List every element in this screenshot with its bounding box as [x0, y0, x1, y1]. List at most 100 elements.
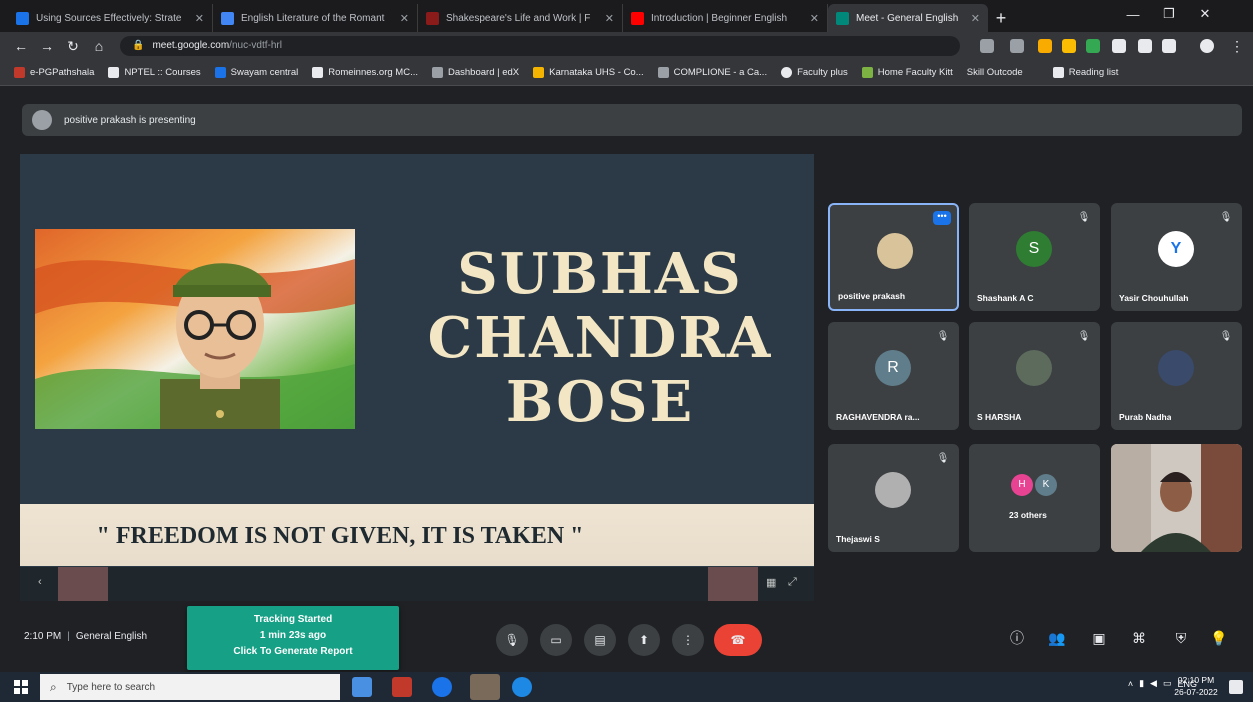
- meet-window-icon[interactable]: [470, 674, 500, 700]
- browser-tab[interactable]: Shakespeare's Life and Work | F ✕: [418, 4, 623, 32]
- lightbulb-icon[interactable]: 💡: [1208, 627, 1230, 649]
- chevron-up-icon[interactable]: ˄: [1128, 679, 1133, 689]
- close-tab-icon[interactable]: ✕: [810, 12, 819, 25]
- slide-thumbnail[interactable]: [708, 567, 758, 601]
- present-button[interactable]: ⬆: [628, 624, 660, 656]
- bookmark-icon: [214, 67, 226, 78]
- close-tab-icon[interactable]: ✕: [971, 12, 980, 25]
- new-tab-button[interactable]: +: [988, 4, 1014, 32]
- minimize-icon[interactable]: —: [1116, 0, 1150, 28]
- tab-title: Shakespeare's Life and Work | F: [446, 12, 591, 24]
- menu-dots-icon[interactable]: ⋮: [1228, 37, 1246, 55]
- generate-report-link[interactable]: Click To Generate Report: [187, 644, 399, 660]
- tracking-popup[interactable]: Tracking Started 1 min 23s ago Click To …: [187, 606, 399, 670]
- browser-tab[interactable]: Using Sources Effectively: Strate ✕: [8, 4, 213, 32]
- others-tile[interactable]: H K 23 others: [969, 444, 1100, 552]
- bookmark-item[interactable]: NPTEL :: Courses: [108, 67, 201, 78]
- participant-tile[interactable]: ••• positive prakash: [828, 203, 959, 311]
- profile-avatar-icon[interactable]: [1200, 39, 1214, 53]
- bookmark-item[interactable]: Home Faculty Kitt: [861, 67, 953, 78]
- edge-icon[interactable]: [512, 677, 532, 697]
- mic-button[interactable]: 🎙: [496, 624, 528, 656]
- participant-tile[interactable]: S 🎙 Shashank A C: [969, 203, 1100, 311]
- participant-name: Yasir Chouhullah: [1119, 293, 1189, 303]
- notification-icon[interactable]: [1229, 680, 1243, 694]
- more-options-button[interactable]: ⋮: [672, 624, 704, 656]
- mic-muted-icon: 🎙: [1219, 212, 1233, 223]
- host-controls-icon[interactable]: ⛨: [1170, 627, 1192, 649]
- bookmark-label: Swayam central: [230, 67, 299, 78]
- browser-tab[interactable]: Introduction | Beginner English ✕: [623, 4, 828, 32]
- share-icon[interactable]: [1010, 39, 1024, 53]
- participant-tile[interactable]: 🎙 Purab Nadha: [1111, 322, 1242, 430]
- bookmark-item[interactable]: Romeinnes.org MC...: [312, 67, 418, 78]
- chrome-icon[interactable]: [432, 677, 452, 697]
- task-view-icon[interactable]: [352, 677, 372, 697]
- participant-tile[interactable]: 🎙 S HARSHA: [969, 322, 1100, 430]
- browser-tab-active[interactable]: Meet - General English ✕: [828, 4, 988, 32]
- clock-date: 26-07-2022: [1174, 687, 1218, 697]
- network-icon[interactable]: ▮: [1139, 678, 1144, 689]
- prev-slide-icon[interactable]: ‹: [38, 576, 42, 588]
- participant-tile[interactable]: Y 🎙 Yasir Chouhullah: [1111, 203, 1242, 311]
- taskbar-clock[interactable]: 02:10 PM 26-07-2022: [1167, 674, 1225, 698]
- bookmark-item[interactable]: Faculty plus: [781, 67, 848, 78]
- close-window-icon[interactable]: ✕: [1188, 0, 1222, 28]
- taskbar-search[interactable]: ⌕ Type here to search: [40, 674, 340, 700]
- fullscreen-icon[interactable]: ⤢: [788, 576, 797, 589]
- reading-list-button[interactable]: Reading list: [1052, 67, 1118, 78]
- more-options-icon[interactable]: •••: [933, 211, 951, 225]
- tab-title: English Literature of the Romant: [241, 12, 385, 24]
- bookmark-icon: [533, 67, 545, 78]
- bookmark-item[interactable]: Karnataka UHS - Co...: [533, 67, 644, 78]
- slide-title-line: CHANDRA: [427, 305, 773, 371]
- people-icon[interactable]: 👥: [1046, 627, 1068, 649]
- maximize-icon[interactable]: ❐: [1152, 0, 1186, 28]
- slide-thumbnail[interactable]: [58, 567, 108, 601]
- mic-muted-icon: 🎙: [1077, 331, 1091, 342]
- extension-icon[interactable]: [1062, 39, 1076, 53]
- info-icon[interactable]: ⓘ: [1006, 627, 1028, 649]
- bookmark-label: Home Faculty Kitt: [877, 67, 953, 78]
- puzzle-icon[interactable]: [1138, 39, 1152, 53]
- end-call-button[interactable]: ☎: [714, 624, 762, 656]
- reload-icon[interactable]: ↻: [64, 37, 82, 55]
- participant-tile[interactable]: R 🎙 RAGHAVENDRA ra...: [828, 322, 959, 430]
- extension-icon[interactable]: [1112, 39, 1126, 53]
- camera-button[interactable]: ▭: [540, 624, 572, 656]
- close-tab-icon[interactable]: ✕: [605, 12, 614, 25]
- tab-favicon-icon: [16, 11, 29, 25]
- activities-icon[interactable]: ⌘: [1128, 627, 1150, 649]
- url-host: meet.google.com: [152, 40, 230, 51]
- extension-icon[interactable]: [1038, 39, 1052, 53]
- bookmark-star-icon[interactable]: [1162, 39, 1176, 53]
- forward-icon[interactable]: →: [38, 37, 56, 55]
- participant-tile[interactable]: 🎙 Thejaswi S: [828, 444, 959, 552]
- windows-start-icon[interactable]: [14, 680, 28, 694]
- grid-view-icon[interactable]: ▦: [766, 576, 776, 589]
- captions-button[interactable]: ▤: [584, 624, 616, 656]
- home-icon[interactable]: ⌂: [90, 37, 108, 55]
- windows-taskbar: ⌕ Type here to search ˄ ▮ ◀ ▭ ENG 02:10 …: [0, 672, 1253, 702]
- slide-title: SUBHAS CHANDRA BOSE: [390, 242, 810, 434]
- volume-icon[interactable]: ◀: [1150, 678, 1157, 689]
- meet-stage: positive prakash is presenting SUBHAS CH…: [0, 87, 1253, 670]
- self-view-tile[interactable]: [1111, 444, 1242, 552]
- bookmark-item[interactable]: Swayam central: [214, 67, 299, 78]
- bookmark-item[interactable]: Skill Outcode: [967, 67, 1023, 78]
- bookmark-item[interactable]: e-PGPathshala: [14, 67, 94, 78]
- bookmarks-bar: e-PGPathshala NPTEL :: Courses Swayam ce…: [0, 60, 1253, 86]
- extension-icon[interactable]: [1086, 39, 1100, 53]
- close-tab-icon[interactable]: ✕: [195, 12, 204, 25]
- app-icon[interactable]: [392, 677, 412, 697]
- back-icon[interactable]: ←: [12, 37, 30, 55]
- browser-tab[interactable]: English Literature of the Romant ✕: [213, 4, 418, 32]
- tracking-status: Tracking Started: [253, 614, 333, 625]
- bookmark-item[interactable]: Dashboard | edX: [432, 67, 519, 78]
- address-bar[interactable]: 🔒 meet.google.com/nuc-vdtf-hrl: [120, 36, 960, 56]
- camera-icon[interactable]: [980, 39, 994, 53]
- bookmark-item[interactable]: COMPLIONE - a Ca...: [657, 67, 767, 78]
- bookmark-label: NPTEL :: Courses: [124, 67, 201, 78]
- chat-icon[interactable]: ▣: [1088, 627, 1110, 649]
- close-tab-icon[interactable]: ✕: [400, 12, 409, 25]
